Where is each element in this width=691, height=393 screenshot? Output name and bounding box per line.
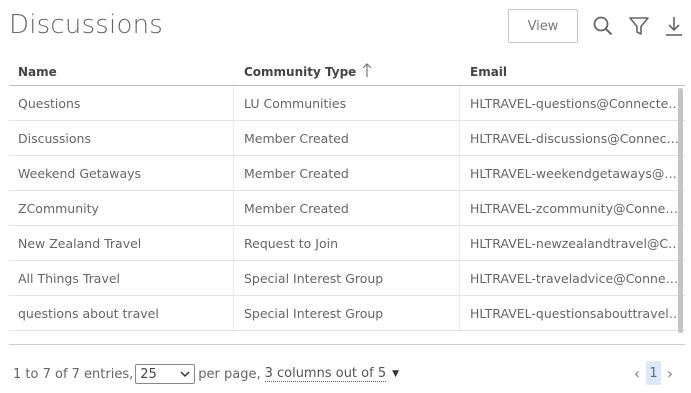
column-header-name[interactable]: Name (18, 65, 57, 79)
scrollbar-thumb[interactable] (678, 88, 683, 333)
footer-divider (9, 344, 685, 345)
filter-icon (629, 17, 649, 35)
page-number-current[interactable]: 1 (646, 361, 661, 385)
table-row[interactable]: Weekend Getaways Member Created HLTRAVEL… (9, 156, 685, 191)
cell-community-type: Special Interest Group (244, 271, 384, 286)
cell-community-type: Special Interest Group (244, 306, 384, 321)
table-row[interactable]: Discussions Member Created HLTRAVEL-disc… (9, 121, 685, 156)
table-row[interactable]: All Things Travel Special Interest Group… (9, 261, 685, 296)
cell-email: HLTRAVEL-questionsabouttravel@ConnectedC… (470, 306, 682, 321)
per-page-label: per page, (198, 366, 261, 382)
sort-ascending-icon[interactable] (361, 62, 373, 82)
page-title: Discussions (9, 10, 164, 40)
columns-toggle[interactable]: 3 columns out of 5 (264, 366, 387, 382)
caret-down-icon[interactable]: ▼ (392, 369, 399, 379)
table-body: Questions LU Communities HLTRAVEL-questi… (9, 86, 685, 331)
table-row[interactable]: questions about travel Special Interest … (9, 296, 685, 331)
entries-summary: 1 to 7 of 7 entries, (13, 366, 134, 382)
cell-name[interactable]: Questions (18, 86, 233, 121)
column-header-email[interactable]: Email (470, 65, 507, 79)
cell-email: HLTRAVEL-traveladvice@ConnectedCommunity… (470, 271, 682, 286)
download-icon (666, 17, 682, 36)
cell-name[interactable]: ZCommunity (18, 191, 233, 226)
search-icon (593, 16, 613, 36)
next-page-icon[interactable]: › (663, 362, 677, 384)
cell-community-type: Request to Join (244, 236, 339, 251)
cell-name[interactable]: All Things Travel (18, 261, 233, 296)
vertical-scrollbar[interactable] (678, 88, 683, 333)
cell-email: HLTRAVEL-zcommunity@ConnectedCommunity.o… (470, 201, 682, 216)
cell-community-type: Member Created (244, 131, 349, 146)
per-page-select[interactable]: 25 (135, 364, 196, 384)
download-button[interactable] (662, 14, 686, 38)
cell-community-type: Member Created (244, 201, 349, 216)
cell-name[interactable]: Discussions (18, 121, 233, 156)
table-row[interactable]: New Zealand Travel Request to Join HLTRA… (9, 226, 685, 261)
cell-name[interactable]: New Zealand Travel (18, 226, 233, 261)
data-table: Name Community Type Email Questions LU C… (9, 60, 685, 331)
per-page-value: 25 (140, 366, 157, 382)
prev-page-icon[interactable]: ‹ (630, 362, 644, 384)
view-button[interactable]: View (508, 9, 578, 43)
chevron-down-icon (180, 371, 190, 378)
table-row[interactable]: Questions LU Communities HLTRAVEL-questi… (9, 86, 685, 121)
cell-name[interactable]: questions about travel (18, 296, 233, 331)
cell-email: HLTRAVEL-newzealandtravel@ConnectedCommu… (470, 236, 682, 251)
column-header-community-type[interactable]: Community Type (244, 65, 356, 79)
cell-community-type: LU Communities (244, 96, 347, 111)
cell-email: HLTRAVEL-weekendgetaways@ConnectedCommun… (470, 166, 682, 181)
cell-email: HLTRAVEL-discussions@ConnectedCommunity.… (470, 131, 682, 146)
filter-button[interactable] (627, 14, 651, 38)
cell-email: HLTRAVEL-questions@ConnectedCommunity.or… (470, 96, 682, 111)
cell-name[interactable]: Weekend Getaways (18, 156, 233, 191)
table-footer: 1 to 7 of 7 entries, 25 per page, 3 colu… (13, 364, 399, 384)
cell-community-type: Member Created (244, 166, 349, 181)
pagination: ‹ 1 › (630, 361, 677, 385)
table-header: Name Community Type Email (9, 60, 685, 86)
table-row[interactable]: ZCommunity Member Created HLTRAVEL-zcomm… (9, 191, 685, 226)
search-button[interactable] (591, 14, 615, 38)
